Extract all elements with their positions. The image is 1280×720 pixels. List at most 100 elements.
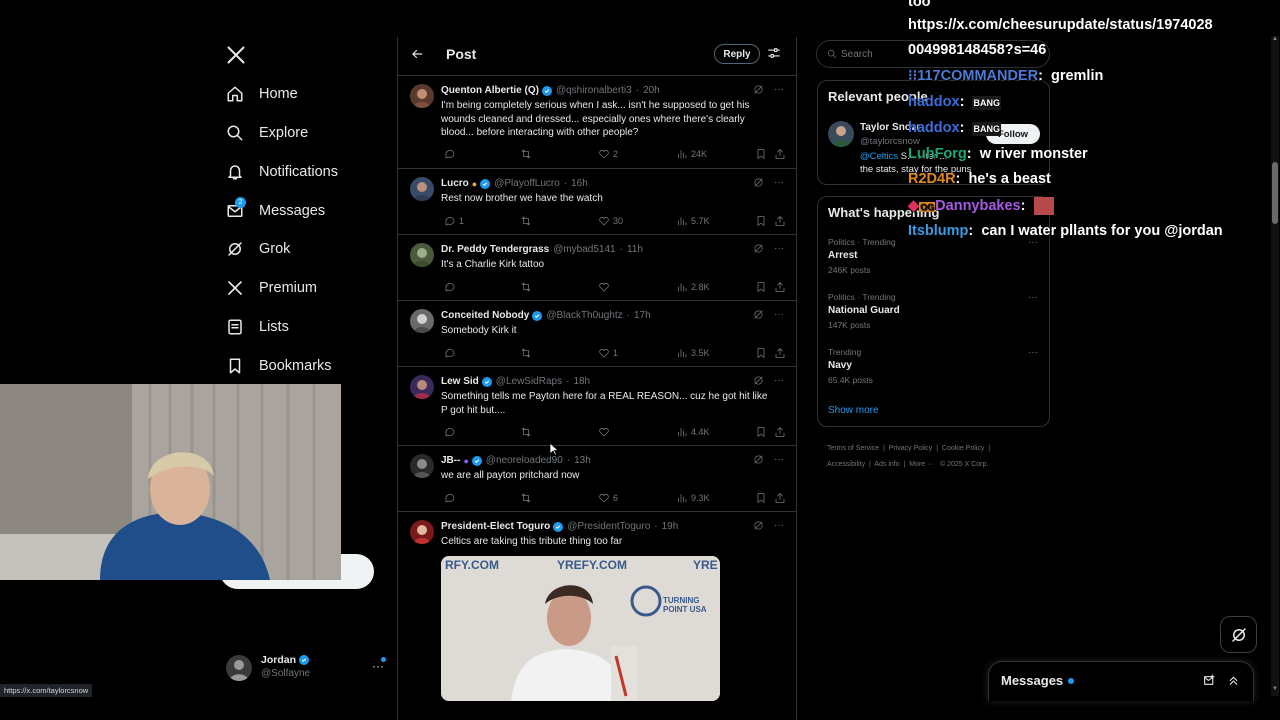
trend-item[interactable]: Politics · Trending Arrest 246K posts ··…	[828, 237, 1038, 275]
avatar[interactable]	[828, 121, 854, 147]
tweet-author[interactable]: Quenton Albertie (Q)	[441, 85, 539, 96]
footer-link[interactable]: More ···	[909, 461, 934, 468]
tweet-time[interactable]: 11h	[627, 244, 643, 255]
reply-tweet[interactable]: Lew Sid @LewSidRaps · 18h ··· Something …	[398, 368, 796, 446]
nav-home[interactable]: Home	[226, 82, 298, 106]
nav-notifications[interactable]: Notifications	[226, 160, 338, 184]
tweet-media[interactable]: RFY.COM YREFY.COM YRE TURNING POINT USA	[441, 556, 720, 701]
bookmark-action[interactable]	[752, 215, 767, 227]
share-action[interactable]	[771, 426, 786, 438]
footer-link[interactable]: Cookie Policy	[942, 445, 984, 452]
grok-icon[interactable]	[753, 520, 764, 531]
like-action[interactable]	[595, 426, 613, 438]
tweet-time[interactable]: 16h	[571, 178, 588, 189]
bookmark-action[interactable]	[752, 347, 767, 359]
views-action[interactable]: 3.5K	[673, 347, 710, 359]
scrollbar-down-arrow[interactable]: ▼	[1272, 686, 1278, 692]
footer-link[interactable]: Terms of Service	[827, 445, 879, 452]
retweet-action[interactable]	[517, 347, 532, 359]
more-icon[interactable]: ···	[774, 84, 784, 95]
bookmark-action[interactable]	[752, 148, 767, 160]
scrollbar-up-arrow[interactable]: ▲	[1272, 36, 1278, 42]
trend-item[interactable]: Politics · Trending National Guard 147K …	[828, 292, 1038, 330]
retweet-action[interactable]	[517, 215, 532, 227]
tweet-handle[interactable]: @LewSidRaps	[496, 376, 562, 387]
search-input[interactable]: Search	[841, 49, 873, 60]
footer-link[interactable]: Ads info	[874, 461, 899, 468]
tweet-author[interactable]: Conceited Nobody	[441, 310, 529, 321]
bookmark-action[interactable]	[752, 426, 767, 438]
nav-grok[interactable]: Grok	[226, 237, 290, 261]
views-action[interactable]: 2.8K	[673, 281, 710, 293]
share-action[interactable]	[771, 281, 786, 293]
reply-action[interactable]: 1	[441, 215, 464, 227]
grok-icon[interactable]	[753, 309, 764, 320]
views-action[interactable]: 9.3K	[673, 492, 710, 504]
footer-link[interactable]: Privacy Policy	[889, 445, 933, 452]
grok-icon[interactable]	[753, 243, 764, 254]
more-icon[interactable]: ···	[774, 375, 784, 386]
nav-messages[interactable]: 2 Messages	[226, 197, 325, 223]
more-icon[interactable]: ···	[1028, 347, 1038, 358]
reply-button[interactable]: Reply	[714, 44, 760, 64]
tweet-handle[interactable]: @PlayoffLucro	[494, 178, 560, 189]
more-icon[interactable]: ···	[1028, 292, 1038, 303]
share-action[interactable]	[771, 347, 786, 359]
trend-item[interactable]: Trending Navy 65.4K posts ···	[828, 347, 1038, 385]
scrollbar-thumb[interactable]	[1272, 162, 1278, 224]
scrollbar[interactable]: ▲ ▼	[1271, 36, 1279, 696]
views-action[interactable]: 24K	[673, 148, 707, 160]
reply-tweet[interactable]: Quenton Albertie (Q) @qshironalberti3 · …	[398, 77, 796, 169]
reply-action[interactable]	[441, 426, 459, 438]
back-arrow-icon[interactable]	[410, 47, 424, 61]
bio-mention[interactable]: @Celtics	[860, 151, 898, 162]
tweet-author[interactable]: Dr. Peddy Tendergrass	[441, 244, 549, 255]
tweet-time[interactable]: 13h	[574, 455, 591, 466]
retweet-action[interactable]	[517, 492, 532, 504]
nav-explore[interactable]: Explore	[226, 121, 308, 145]
reply-tweet[interactable]: JB-- ● @neoreloaded90 · 13h ··· we are a…	[398, 447, 796, 512]
grok-icon[interactable]	[753, 454, 764, 465]
like-action[interactable]: 30	[595, 215, 623, 227]
nav-premium[interactable]: Premium	[226, 276, 317, 300]
tweet-author[interactable]: President-Elect Toguro	[441, 521, 550, 532]
tweet-time[interactable]: 20h	[643, 85, 660, 96]
more-icon[interactable]: ···	[774, 520, 784, 531]
reply-action[interactable]	[441, 492, 459, 504]
account-switcher[interactable]: Jordan @Solfayne ···	[226, 653, 386, 683]
nav-lists[interactable]: Lists	[226, 315, 289, 339]
messages-drawer[interactable]: Messages	[988, 661, 1254, 701]
share-action[interactable]	[771, 492, 786, 504]
tweet-handle[interactable]: @neoreloaded90	[486, 455, 563, 466]
like-action[interactable]: 1	[595, 347, 618, 359]
more-icon[interactable]: ···	[774, 177, 784, 188]
bookmark-action[interactable]	[752, 281, 767, 293]
retweet-action[interactable]	[517, 426, 532, 438]
reply-action[interactable]	[441, 347, 459, 359]
retweet-action[interactable]	[517, 281, 532, 293]
reply-action[interactable]	[441, 281, 459, 293]
grok-icon[interactable]	[753, 177, 764, 188]
tweet-author[interactable]: Lucro	[441, 178, 469, 189]
more-icon[interactable]: ···	[774, 309, 784, 320]
grok-button[interactable]	[1220, 616, 1257, 653]
grok-icon[interactable]	[753, 84, 764, 95]
reply-tweet[interactable]: President-Elect Toguro @PresidentToguro …	[398, 513, 796, 720]
like-action[interactable]: 2	[595, 148, 618, 160]
filter-icon[interactable]	[767, 46, 781, 60]
reply-tweet[interactable]: Dr. Peddy Tendergrass @mybad5141 · 11h ·…	[398, 236, 796, 301]
tweet-handle[interactable]: @qshironalberti3	[556, 85, 632, 96]
footer-link[interactable]: Accessibility	[827, 461, 865, 468]
reply-tweet[interactable]: Lucro ● @PlayoffLucro · 16h ··· Rest now…	[398, 170, 796, 235]
expand-icon[interactable]	[1227, 674, 1240, 687]
show-more-link[interactable]: Show more	[828, 405, 879, 416]
share-action[interactable]	[771, 215, 786, 227]
tweet-handle[interactable]: @PresidentToguro	[567, 521, 650, 532]
tweet-handle[interactable]: @mybad5141	[553, 244, 615, 255]
tweet-author[interactable]: JB--	[441, 455, 460, 466]
new-message-icon[interactable]	[1203, 674, 1216, 687]
reply-tweet[interactable]: Conceited Nobody @BlackTh0ughtz · 17h ··…	[398, 302, 796, 367]
tweet-time[interactable]: 19h	[662, 521, 679, 532]
views-action[interactable]: 4.4K	[673, 426, 710, 438]
nav-bookmarks[interactable]: Bookmarks	[226, 354, 332, 378]
